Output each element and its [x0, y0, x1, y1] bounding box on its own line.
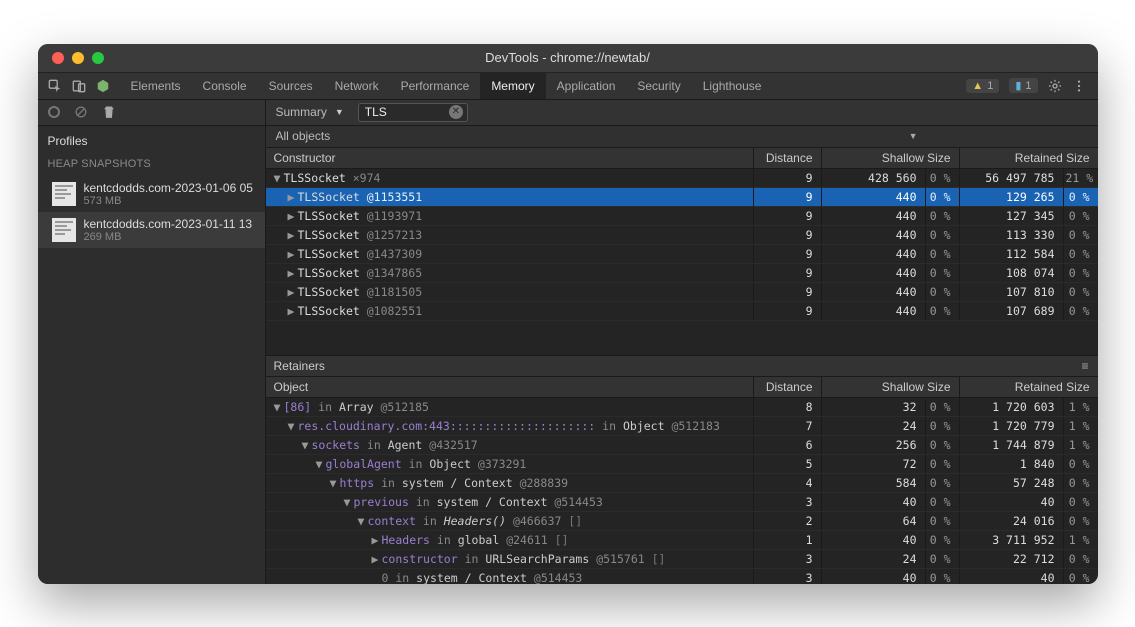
- snapshot-size: 269 MB: [84, 231, 253, 243]
- warning-triangle-icon: ▲: [972, 80, 983, 92]
- constructors-grid: Constructor Distance Shallow Size Retain…: [266, 148, 1098, 355]
- retainer-row[interactable]: ▼res.cloudinary.com:443:::::::::::::::::…: [266, 417, 1098, 436]
- tab-sources[interactable]: Sources: [258, 73, 324, 99]
- tab-application[interactable]: Application: [546, 73, 627, 99]
- header-shallow-size[interactable]: Shallow Size: [822, 148, 960, 168]
- retainer-row[interactable]: ▼globalAgent in Object @3732915720 %1 84…: [266, 455, 1098, 474]
- tab-console[interactable]: Console: [192, 73, 258, 99]
- panel-tabs: Elements Console Sources Network Perform…: [120, 73, 773, 99]
- constructor-group-row[interactable]: ▼TLSSocket ×9749428 5600 %56 497 78521 %: [266, 169, 1098, 188]
- minimize-window-button[interactable]: [72, 52, 84, 64]
- issue-chat-icon: ▮: [1015, 79, 1021, 92]
- clear-filter-icon[interactable]: ✕: [449, 105, 463, 119]
- node-green-icon[interactable]: [96, 79, 110, 93]
- zoom-window-button[interactable]: [92, 52, 104, 64]
- window-title: DevTools - chrome://newtab/: [38, 50, 1098, 65]
- view-mode-label[interactable]: Summary: [276, 105, 327, 119]
- retainer-row[interactable]: ▼sockets in Agent @43251762560 %1 744 87…: [266, 436, 1098, 455]
- more-menu-icon[interactable]: [1072, 79, 1086, 93]
- constructor-instance-row[interactable]: ▶TLSSocket @119397194400 %127 3450 %: [266, 207, 1098, 226]
- snapshot-thumb-icon: [52, 218, 76, 242]
- constructor-instance-row[interactable]: ▶TLSSocket @125721394400 %113 3300 %: [266, 226, 1098, 245]
- constructor-instance-row[interactable]: ▶TLSSocket @134786594400 %108 0740 %: [266, 264, 1098, 283]
- issues-badge[interactable]: ▮ 1: [1009, 78, 1037, 93]
- view-mode-dropdown-icon[interactable]: ▼: [335, 107, 350, 117]
- constructor-instance-row[interactable]: ▶TLSSocket @115355194400 %129 2650 %: [266, 188, 1098, 207]
- device-toolbar-icon[interactable]: [72, 79, 86, 93]
- header-shallow-size[interactable]: Shallow Size: [822, 377, 960, 397]
- header-distance[interactable]: Distance: [754, 148, 822, 168]
- issues-count: 1: [1025, 80, 1031, 92]
- inspect-element-icon[interactable]: [48, 79, 62, 93]
- main-tabbar: Elements Console Sources Network Perform…: [38, 72, 1098, 100]
- profiles-sidebar: Profiles HEAP SNAPSHOTS kentcdodds.com-2…: [38, 126, 266, 584]
- header-distance[interactable]: Distance: [754, 377, 822, 397]
- tab-lighthouse[interactable]: Lighthouse: [692, 73, 773, 99]
- header-retained-size[interactable]: Retained Size: [960, 148, 1098, 168]
- snapshot-thumb-icon: [52, 182, 76, 206]
- snapshot-size: 573 MB: [84, 195, 253, 207]
- object-filter-dropdown[interactable]: All objects ▼: [266, 126, 1098, 148]
- tab-network[interactable]: Network: [324, 73, 390, 99]
- retainer-row[interactable]: ▼previous in system / Context @514453340…: [266, 493, 1098, 512]
- retainers-grid: Object Distance Shallow Size Retained Si…: [266, 377, 1098, 584]
- class-filter-input[interactable]: TLS ✕: [358, 103, 468, 122]
- snapshot-name: kentcdodds.com-2023-01-11 13: [84, 217, 253, 231]
- snapshot-name: kentcdodds.com-2023-01-06 05: [84, 181, 253, 195]
- titlebar: DevTools - chrome://newtab/: [38, 44, 1098, 72]
- settings-gear-icon[interactable]: [1048, 79, 1062, 93]
- retainer-row[interactable]: ▶constructor in URLSearchParams @515761 …: [266, 550, 1098, 569]
- heap-snapshots-label: HEAP SNAPSHOTS: [38, 154, 265, 176]
- snapshot-item[interactable]: kentcdodds.com-2023-01-11 13 269 MB: [38, 212, 265, 248]
- header-constructor[interactable]: Constructor: [266, 148, 754, 168]
- devtools-window: DevTools - chrome://newtab/ Elements Con…: [38, 44, 1098, 584]
- memory-toolbar: Summary ▼ TLS ✕: [38, 100, 1098, 126]
- tab-security[interactable]: Security: [626, 73, 691, 99]
- chevron-down-icon: ▼: [909, 131, 918, 141]
- retainer-row[interactable]: ▶Headers in global @24611 []1400 %3 711 …: [266, 531, 1098, 550]
- clear-button[interactable]: [74, 105, 88, 119]
- retainers-title: Retainers: [274, 359, 325, 373]
- profiles-title: Profiles: [38, 126, 265, 154]
- close-window-button[interactable]: [52, 52, 64, 64]
- retainer-row[interactable]: ▼context in Headers() @466637 []2640 %24…: [266, 512, 1098, 531]
- tab-performance[interactable]: Performance: [390, 73, 481, 99]
- retainers-menu-icon[interactable]: ≡: [1081, 359, 1089, 373]
- record-button[interactable]: [48, 106, 60, 118]
- warnings-count: 1: [987, 80, 993, 92]
- constructor-instance-row[interactable]: ▶TLSSocket @143730994400 %112 5840 %: [266, 245, 1098, 264]
- tab-memory[interactable]: Memory: [480, 73, 545, 99]
- header-object[interactable]: Object: [266, 377, 754, 397]
- retainer-row[interactable]: ▼[86] in Array @5121858320 %1 720 6031 %: [266, 398, 1098, 417]
- object-filter-label: All objects: [276, 129, 331, 143]
- retainers-titlebar[interactable]: Retainers ≡: [266, 355, 1098, 377]
- warnings-badge[interactable]: ▲ 1: [966, 79, 999, 93]
- retainer-row[interactable]: ▼https in system / Context @28883945840 …: [266, 474, 1098, 493]
- constructor-instance-row[interactable]: ▶TLSSocket @118150594400 %107 8100 %: [266, 283, 1098, 302]
- heap-main-panel: All objects ▼ Constructor Distance Shall…: [266, 126, 1098, 584]
- tab-elements[interactable]: Elements: [120, 73, 192, 99]
- delete-button[interactable]: [102, 105, 116, 119]
- snapshot-item[interactable]: kentcdodds.com-2023-01-06 05 573 MB: [38, 176, 265, 212]
- class-filter-value: TLS: [365, 105, 387, 119]
- traffic-lights: [38, 52, 104, 64]
- constructors-header-row: Constructor Distance Shallow Size Retain…: [266, 148, 1098, 169]
- header-retained-size[interactable]: Retained Size: [960, 377, 1098, 397]
- retainer-row[interactable]: 0 in system / Context @5144533400 %400 %: [266, 569, 1098, 584]
- constructor-instance-row[interactable]: ▶TLSSocket @108255194400 %107 6890 %: [266, 302, 1098, 321]
- retainers-header-row: Object Distance Shallow Size Retained Si…: [266, 377, 1098, 398]
